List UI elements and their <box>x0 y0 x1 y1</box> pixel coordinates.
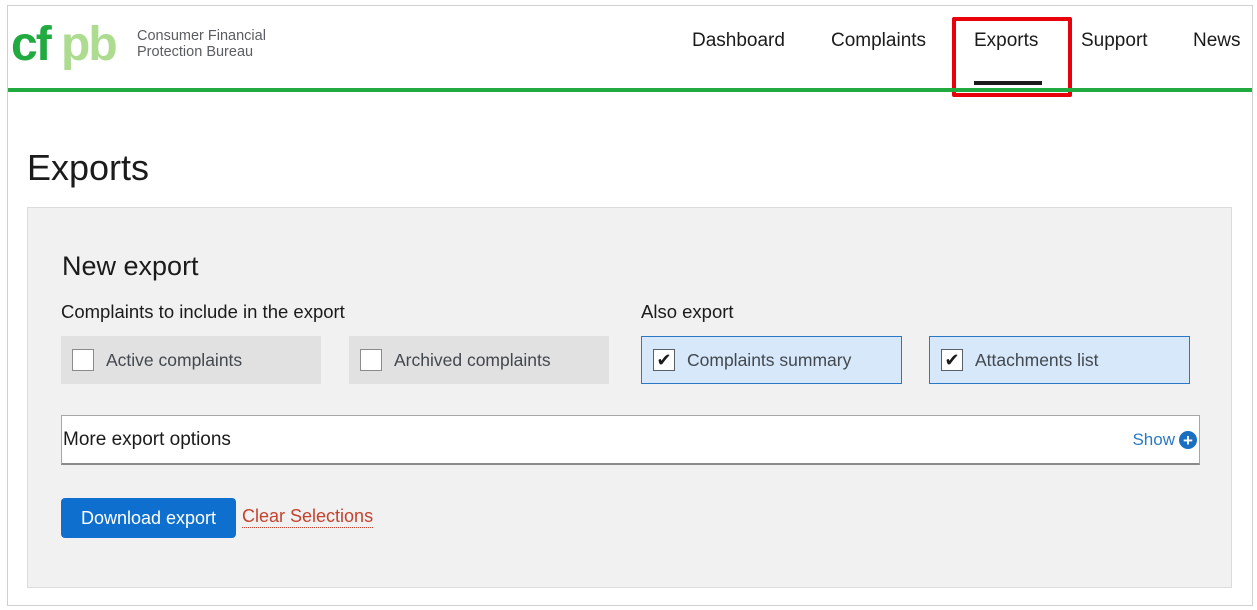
download-export-button[interactable]: Download export <box>61 498 236 538</box>
nav-complaints[interactable]: Complaints <box>831 30 926 52</box>
site-header: cf pb Consumer Financial Protection Bure… <box>8 6 1252 97</box>
plus-circle-icon: + <box>1179 431 1197 449</box>
checkmark-icon: ✔ <box>656 350 672 370</box>
show-label: Show <box>1132 430 1175 449</box>
more-export-options-expander[interactable]: More export options Show + <box>61 415 1200 465</box>
attachments-list-label: Attachments list <box>975 349 1099 370</box>
exports-highlight-box <box>952 17 1072 97</box>
svg-text:cf: cf <box>11 20 53 71</box>
page-title: Exports <box>27 147 150 188</box>
complaints-summary-option[interactable]: ✔ Complaints summary <box>641 336 902 384</box>
active-complaints-checkbox[interactable] <box>72 349 94 371</box>
cfpb-logo[interactable]: cf pb <box>11 20 131 76</box>
also-export-label: Also export <box>641 301 734 322</box>
agency-name-line1: Consumer Financial <box>137 28 266 44</box>
complaints-summary-checkbox[interactable]: ✔ <box>653 349 675 371</box>
agency-name: Consumer Financial Protection Bureau <box>137 28 266 60</box>
nav-support[interactable]: Support <box>1081 30 1148 52</box>
complaints-group-label: Complaints to include in the export <box>61 301 345 322</box>
more-export-options-label: More export options <box>63 429 231 450</box>
new-export-panel: New export Complaints to include in the … <box>27 207 1232 588</box>
app-window: cf pb Consumer Financial Protection Bure… <box>7 5 1253 606</box>
header-divider <box>8 88 1252 92</box>
agency-name-line2: Protection Bureau <box>137 44 254 60</box>
show-options-toggle[interactable]: Show + <box>1132 430 1197 450</box>
new-export-heading: New export <box>62 251 199 281</box>
archived-complaints-option[interactable]: Archived complaints <box>349 336 609 384</box>
clear-selections-link[interactable]: Clear Selections <box>242 506 374 528</box>
complaints-summary-label: Complaints summary <box>687 349 852 370</box>
svg-text:pb: pb <box>61 20 116 71</box>
nav-news[interactable]: News <box>1193 30 1241 52</box>
active-complaints-option[interactable]: Active complaints <box>61 336 321 384</box>
attachments-list-option[interactable]: ✔ Attachments list <box>929 336 1190 384</box>
archived-complaints-label: Archived complaints <box>394 349 551 370</box>
checkmark-icon: ✔ <box>944 350 960 370</box>
archived-complaints-checkbox[interactable] <box>360 349 382 371</box>
nav-dashboard[interactable]: Dashboard <box>692 30 785 52</box>
attachments-list-checkbox[interactable]: ✔ <box>941 349 963 371</box>
active-complaints-label: Active complaints <box>106 349 243 370</box>
